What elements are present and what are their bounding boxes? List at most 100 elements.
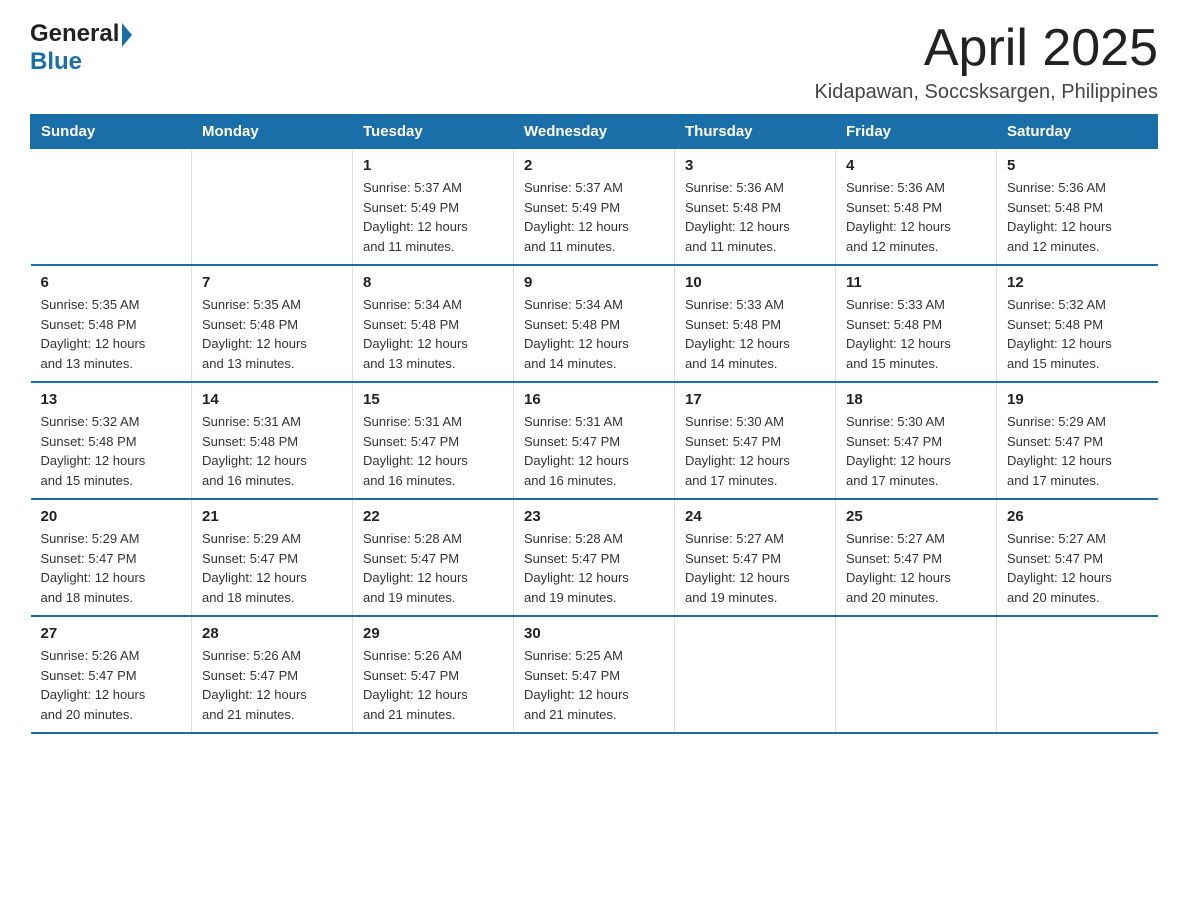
calendar-cell-w1-d6: 4 Sunrise: 5:36 AMSunset: 5:48 PMDaylight… (836, 149, 997, 266)
day-info: Sunrise: 5:26 AMSunset: 5:47 PMDaylight:… (41, 646, 182, 724)
day-info: Sunrise: 5:27 AMSunset: 5:47 PMDaylight:… (846, 529, 986, 607)
day-info: Sunrise: 5:34 AMSunset: 5:48 PMDaylight:… (524, 295, 664, 373)
calendar-cell-w1-d7: 5Sunrise: 5:36 AMSunset: 5:48 PMDaylight… (997, 149, 1158, 266)
day-info: Sunrise: 5:28 AMSunset: 5:47 PMDaylight:… (524, 529, 664, 607)
day-number: 26 (1007, 508, 1148, 525)
calendar-cell-w3-d6: 18 Sunrise: 5:30 AMSunset: 5:47 PMDayligh… (836, 382, 997, 499)
day-info: Sunrise: 5:36 AMSunset: 5:48 PMDaylight:… (846, 178, 986, 256)
day-info: Sunrise: 5:33 AMSunset: 5:48 PMDaylight:… (846, 295, 986, 373)
day-number: 13 (41, 391, 182, 408)
day-number: 3 (685, 157, 825, 174)
day-number: 7 (202, 274, 342, 291)
calendar-cell-w5-d4: 30Sunrise: 5:25 AMSunset: 5:47 PMDayligh… (514, 616, 675, 733)
col-wednesday: Wednesday (514, 115, 675, 149)
calendar-title: April 2025 (814, 20, 1158, 77)
day-number: 6 (41, 274, 182, 291)
col-sunday: Sunday (31, 115, 192, 149)
day-number: 4 (846, 157, 986, 174)
day-number: 17 (685, 391, 825, 408)
page-header: General Blue April 2025 Kidapawan, Soccs… (30, 20, 1158, 104)
calendar-cell-w3-d2: 14 Sunrise: 5:31 AMSunset: 5:48 PMDayligh… (192, 382, 353, 499)
day-number: 18 (846, 391, 986, 408)
day-info: Sunrise: 5:37 AMSunset: 5:49 PMDaylight:… (524, 178, 664, 256)
day-info: Sunrise: 5:30 AMSunset: 5:47 PMDaylight:… (846, 412, 986, 490)
day-info: Sunrise: 5:34 AMSunset: 5:48 PMDaylight:… (363, 295, 503, 373)
day-number: 30 (524, 625, 664, 642)
calendar-cell-w1-d3: 1 Sunrise: 5:37 AMSunset: 5:49 PMDaylight… (353, 149, 514, 266)
day-info: Sunrise: 5:27 AMSunset: 5:47 PMDaylight:… (1007, 529, 1148, 607)
calendar-cell-w4-d2: 21 Sunrise: 5:29 AMSunset: 5:47 PMDayligh… (192, 499, 353, 616)
day-number: 24 (685, 508, 825, 525)
calendar-cell-w2-d1: 6 Sunrise: 5:35 AMSunset: 5:48 PMDaylight… (31, 265, 192, 382)
day-number: 29 (363, 625, 503, 642)
col-friday: Friday (836, 115, 997, 149)
calendar-cell-w2-d3: 8Sunrise: 5:34 AMSunset: 5:48 PMDaylight… (353, 265, 514, 382)
calendar-cell-w5-d5 (675, 616, 836, 733)
day-info: Sunrise: 5:32 AMSunset: 5:48 PMDaylight:… (41, 412, 182, 490)
day-info: Sunrise: 5:36 AMSunset: 5:48 PMDaylight:… (685, 178, 825, 256)
col-thursday: Thursday (675, 115, 836, 149)
calendar-cell-w4-d1: 20 Sunrise: 5:29 AMSunset: 5:47 PMDayligh… (31, 499, 192, 616)
calendar-cell-w4-d7: 26 Sunrise: 5:27 AMSunset: 5:47 PMDayligh… (997, 499, 1158, 616)
day-info: Sunrise: 5:31 AMSunset: 5:47 PMDaylight:… (363, 412, 503, 490)
calendar-cell-w3-d7: 19Sunrise: 5:29 AMSunset: 5:47 PMDayligh… (997, 382, 1158, 499)
day-info: Sunrise: 5:26 AMSunset: 5:47 PMDaylight:… (363, 646, 503, 724)
calendar-cell-w5-d3: 29 Sunrise: 5:26 AMSunset: 5:47 PMDayligh… (353, 616, 514, 733)
day-info: Sunrise: 5:27 AMSunset: 5:47 PMDaylight:… (685, 529, 825, 607)
col-tuesday: Tuesday (353, 115, 514, 149)
day-number: 5 (1007, 157, 1148, 174)
day-number: 28 (202, 625, 342, 642)
calendar-cell-w2-d6: 11 Sunrise: 5:33 AMSunset: 5:48 PMDayligh… (836, 265, 997, 382)
calendar-cell-w5-d7 (997, 616, 1158, 733)
logo: General Blue (30, 20, 132, 76)
day-info: Sunrise: 5:37 AMSunset: 5:49 PMDaylight:… (363, 178, 503, 256)
day-number: 22 (363, 508, 503, 525)
calendar-cell-w5-d2: 28 Sunrise: 5:26 AMSunset: 5:47 PMDayligh… (192, 616, 353, 733)
day-number: 15 (363, 391, 503, 408)
day-number: 12 (1007, 274, 1148, 291)
day-info: Sunrise: 5:33 AMSunset: 5:48 PMDaylight:… (685, 295, 825, 373)
day-number: 14 (202, 391, 342, 408)
calendar-table: Sunday Monday Tuesday Wednesday Thursday… (30, 114, 1158, 734)
calendar-cell-w3-d5: 17 Sunrise: 5:30 AMSunset: 5:47 PMDayligh… (675, 382, 836, 499)
day-number: 16 (524, 391, 664, 408)
calendar-week-5: 27 Sunrise: 5:26 AMSunset: 5:47 PMDayligh… (31, 616, 1158, 733)
col-saturday: Saturday (997, 115, 1158, 149)
day-number: 1 (363, 157, 503, 174)
day-number: 19 (1007, 391, 1148, 408)
day-info: Sunrise: 5:35 AMSunset: 5:48 PMDaylight:… (41, 295, 182, 373)
day-info: Sunrise: 5:31 AMSunset: 5:48 PMDaylight:… (202, 412, 342, 490)
calendar-cell-w4-d6: 25 Sunrise: 5:27 AMSunset: 5:47 PMDayligh… (836, 499, 997, 616)
calendar-subtitle: Kidapawan, Soccsksargen, Philippines (814, 81, 1158, 104)
calendar-cell-w1-d4: 2Sunrise: 5:37 AMSunset: 5:49 PMDaylight… (514, 149, 675, 266)
logo-blue-text: Blue (30, 48, 82, 76)
title-block: April 2025 Kidapawan, Soccsksargen, Phil… (814, 20, 1158, 104)
col-monday: Monday (192, 115, 353, 149)
day-number: 25 (846, 508, 986, 525)
day-number: 10 (685, 274, 825, 291)
calendar-cell-w3-d4: 16 Sunrise: 5:31 AMSunset: 5:47 PMDayligh… (514, 382, 675, 499)
day-number: 21 (202, 508, 342, 525)
day-info: Sunrise: 5:26 AMSunset: 5:47 PMDaylight:… (202, 646, 342, 724)
calendar-cell-w4-d4: 23Sunrise: 5:28 AMSunset: 5:47 PMDayligh… (514, 499, 675, 616)
calendar-cell-w2-d4: 9Sunrise: 5:34 AMSunset: 5:48 PMDaylight… (514, 265, 675, 382)
day-number: 20 (41, 508, 182, 525)
calendar-week-3: 13 Sunrise: 5:32 AMSunset: 5:48 PMDayligh… (31, 382, 1158, 499)
day-info: Sunrise: 5:29 AMSunset: 5:47 PMDaylight:… (41, 529, 182, 607)
day-info: Sunrise: 5:29 AMSunset: 5:47 PMDaylight:… (202, 529, 342, 607)
day-info: Sunrise: 5:31 AMSunset: 5:47 PMDaylight:… (524, 412, 664, 490)
logo-arrow-icon (122, 23, 132, 47)
calendar-cell-w2-d7: 12 Sunrise: 5:32 AMSunset: 5:48 PMDayligh… (997, 265, 1158, 382)
calendar-cell-w2-d2: 7 Sunrise: 5:35 AMSunset: 5:48 PMDaylight… (192, 265, 353, 382)
calendar-cell-w1-d1 (31, 149, 192, 266)
calendar-cell-w5-d6 (836, 616, 997, 733)
day-info: Sunrise: 5:30 AMSunset: 5:47 PMDaylight:… (685, 412, 825, 490)
calendar-week-2: 6 Sunrise: 5:35 AMSunset: 5:48 PMDaylight… (31, 265, 1158, 382)
day-number: 27 (41, 625, 182, 642)
calendar-week-4: 20 Sunrise: 5:29 AMSunset: 5:47 PMDayligh… (31, 499, 1158, 616)
day-info: Sunrise: 5:32 AMSunset: 5:48 PMDaylight:… (1007, 295, 1148, 373)
day-info: Sunrise: 5:28 AMSunset: 5:47 PMDaylight:… (363, 529, 503, 607)
day-number: 11 (846, 274, 986, 291)
logo-general-text: General (30, 20, 119, 48)
day-info: Sunrise: 5:35 AMSunset: 5:48 PMDaylight:… (202, 295, 342, 373)
